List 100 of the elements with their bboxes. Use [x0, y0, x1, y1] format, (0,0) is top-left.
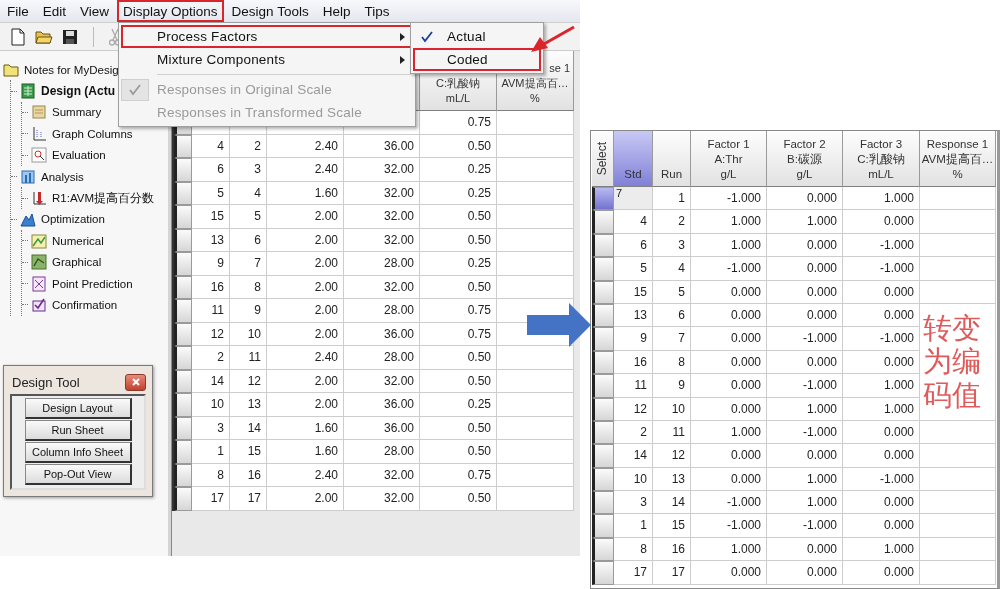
table-cell: 0.000	[691, 303, 767, 328]
table-cell: 12	[230, 369, 267, 393]
table-cell: 1	[192, 440, 230, 464]
table-cell: 2.40	[267, 463, 344, 487]
table-cell: 11	[614, 374, 653, 398]
table-cell: 1.000	[691, 420, 767, 445]
table-cell: 15	[192, 205, 230, 229]
table-cell: 2.00	[267, 275, 344, 299]
table-cell: 36.00	[344, 393, 420, 417]
table-cell: 0.25	[420, 181, 497, 205]
table-cell: 0.000	[691, 561, 767, 585]
table-cell: 1.000	[767, 491, 843, 515]
table-cell: 17	[614, 561, 653, 585]
table-cell: 0.000	[691, 397, 767, 421]
table-cell: 10	[653, 397, 691, 421]
table-cell: 0.000	[843, 210, 920, 234]
table-cell: 0.000	[767, 303, 843, 328]
table-cell: -1.000	[767, 420, 843, 445]
table-cell: 0.000	[767, 187, 843, 211]
table-cell: 17	[653, 561, 691, 585]
table-cell: 0.000	[843, 444, 920, 468]
table-cell: -1.000	[767, 327, 843, 351]
table-cell: 13	[230, 393, 267, 417]
table-cell: 0.50	[420, 487, 497, 511]
table-cell: 1.60	[267, 440, 344, 464]
table-cell: 2.00	[267, 487, 344, 511]
table-cell: 32.00	[344, 369, 420, 393]
table-cell: 0.000	[843, 280, 920, 304]
table-cell: -1.000	[691, 257, 767, 281]
table-cell: 0.75	[420, 463, 497, 487]
table-cell: 0.000	[691, 374, 767, 398]
table-cell: 1.000	[691, 537, 767, 562]
table-cell: 9	[653, 374, 691, 398]
table-cell: 15	[230, 440, 267, 464]
table-cell: 10	[614, 467, 653, 492]
table-cell: 15	[653, 514, 691, 538]
table-cell: 7	[614, 187, 653, 211]
table-cell: 32.00	[344, 463, 420, 487]
table-cell: 6	[192, 158, 230, 182]
table-cell: 0.75	[420, 322, 497, 346]
table-cell: 32.00	[344, 205, 420, 229]
table-cell: -1.000	[691, 514, 767, 538]
table-cell: -1.000	[843, 327, 920, 351]
table-cell: 0.000	[843, 350, 920, 375]
table-cell: 0.000	[767, 257, 843, 281]
table-cell: 0.000	[767, 444, 843, 468]
table-cell: 0.000	[843, 514, 920, 538]
table-cell: 1.60	[267, 181, 344, 205]
table-cell: 2.00	[267, 299, 344, 323]
table-cell: 0.000	[767, 561, 843, 585]
table-cell: 1.60	[267, 416, 344, 440]
table-cell: 0.50	[420, 275, 497, 299]
table-cell: 13	[192, 228, 230, 252]
table-cell: 1.000	[767, 210, 843, 234]
table-cell: 0.25	[420, 393, 497, 417]
table-cell: 5	[230, 205, 267, 229]
table-cell: 28.00	[344, 346, 420, 370]
table-cell: 5	[192, 181, 230, 205]
table-cell: 11	[230, 346, 267, 370]
table-cell: 0.000	[691, 280, 767, 304]
table-cell: 0.50	[420, 416, 497, 440]
table-cell: 2.00	[267, 228, 344, 252]
table-cell: 14	[614, 444, 653, 468]
table-cell: 36.00	[344, 322, 420, 346]
table-cell: 0.75	[420, 299, 497, 323]
table-cell: -1.000	[691, 491, 767, 515]
table-cell: 32.00	[344, 158, 420, 182]
table-cell: 0.000	[843, 420, 920, 445]
table-cell: 14	[192, 369, 230, 393]
table-cell: 0.000	[843, 303, 920, 328]
table-cell: 17	[230, 487, 267, 511]
table-cell: 7	[230, 252, 267, 276]
table-cell: 8	[614, 537, 653, 562]
table-cell: 10	[230, 322, 267, 346]
table-cell: 2.00	[267, 322, 344, 346]
table-cell: 0.000	[843, 561, 920, 585]
table-cell: 8	[192, 463, 230, 487]
table-cell: 0.000	[767, 280, 843, 304]
table-cell: 3	[230, 158, 267, 182]
table-cell: 9	[614, 327, 653, 351]
table-cell: -1.000	[767, 374, 843, 398]
table-cell: 0.000	[767, 233, 843, 258]
table-cell: 2	[614, 420, 653, 445]
table-cell: 4	[230, 181, 267, 205]
table-cell: 32.00	[344, 487, 420, 511]
table-cell: 7	[653, 327, 691, 351]
table-cell: 1	[614, 514, 653, 538]
table-cell: 12	[192, 322, 230, 346]
table-cell: 28.00	[344, 252, 420, 276]
table-cell: -1.000	[843, 467, 920, 492]
table-cell: -1.000	[843, 233, 920, 258]
table-cell: 0.50	[420, 205, 497, 229]
table-cell: 2	[653, 210, 691, 234]
table-cell: 0.50	[420, 369, 497, 393]
table-cell: 16	[192, 275, 230, 299]
table-cell: 0.000	[691, 327, 767, 351]
table-cell: 10	[192, 393, 230, 417]
table-cell: 1.000	[691, 210, 767, 234]
table-cell: 17	[192, 487, 230, 511]
table-cell: 5	[653, 280, 691, 304]
